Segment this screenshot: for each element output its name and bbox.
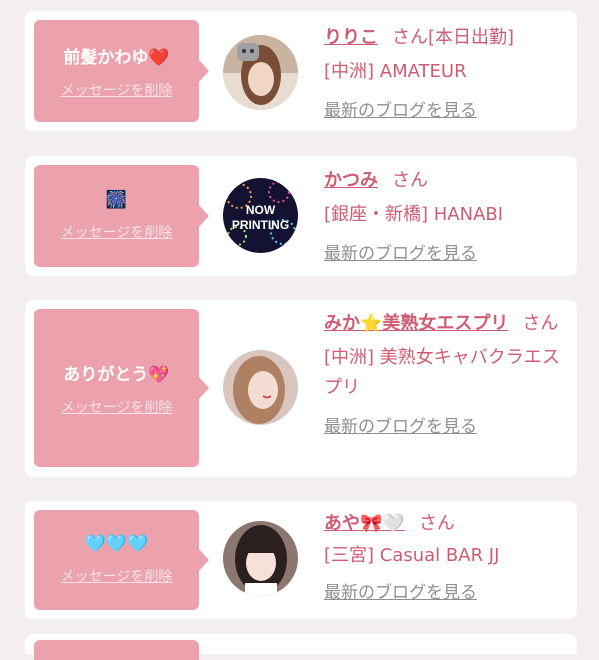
shop-name: [三宮] Casual BAR JJ xyxy=(324,545,500,566)
avatar-photo xyxy=(223,521,298,596)
message-list: 前髪かわゆ❤️ メッセージを削除 りりこ さん[本日出勤] [中洲] AMATEU… xyxy=(0,0,599,660)
shop-name: [銀座・新橋] HANABI xyxy=(324,204,504,225)
light-blue-heart-icons: 🩵🩵🩵 xyxy=(84,534,149,554)
entry-info: あや🎀🤍 さん [三宮] Casual BAR JJ 最新のブログを見る xyxy=(324,509,569,607)
message-text: 前髪かわゆ❤️ xyxy=(63,47,170,68)
avatar[interactable]: NOW PRINTING xyxy=(223,178,298,253)
message-bubble: 前髪かわゆ❤️ メッセージを削除 xyxy=(34,20,209,122)
cast-name-link[interactable]: りりこ xyxy=(324,27,378,48)
message-card: 🎆 メッセージを削除 NOW PRINTING かつみ さん [銀座・新橋] HA… xyxy=(25,156,577,276)
message-card: 前髪かわゆ❤️ メッセージを削除 りりこ さん[本日出勤] [中洲] AMATEU… xyxy=(25,11,577,131)
fireworks-icon: 🎆 xyxy=(105,190,128,210)
honorific: さん[本日出勤] xyxy=(392,27,515,48)
avatar[interactable] xyxy=(223,521,298,596)
avatar-text: NOW xyxy=(246,203,276,217)
message-text: ありがとう💖 xyxy=(63,364,170,385)
message-text: 🩵🩵🩵 xyxy=(85,534,149,554)
honorific: さん xyxy=(418,513,455,534)
view-blog-link[interactable]: 最新のブログを見る xyxy=(324,240,477,268)
cast-name-link[interactable]: あや🎀🤍 xyxy=(324,513,405,534)
now-printing-avatar: NOW PRINTING xyxy=(223,178,298,253)
delete-message-link[interactable]: メッセージを削除 xyxy=(61,80,173,100)
entry-info: かつみ さん [銀座・新橋] HANABI 最新のブログを見る xyxy=(324,166,569,268)
avatar-photo xyxy=(223,350,298,425)
message-text: 🎆 xyxy=(106,190,127,210)
message-bubble: 🎆 メッセージを削除 xyxy=(34,165,209,267)
message-bubble: 🩵🩵🩵 メッセージを削除 xyxy=(34,510,209,610)
message-card: 🩵🩵🩵 メッセージを削除 あや🎀🤍 さん [三宮] Casual BAR JJ 最… xyxy=(25,501,577,619)
star-icon: ⭐ xyxy=(360,313,383,334)
avatar-text: PRINTING xyxy=(232,218,289,232)
message-card: ありがとう💖 メッセージを削除 みか⭐美熟女エスプリ さん [中洲] 美熟女キャバ… xyxy=(25,300,577,477)
avatar-photo xyxy=(223,35,298,110)
message-card-partial xyxy=(25,634,577,660)
avatar[interactable] xyxy=(223,350,298,425)
entry-info: りりこ さん[本日出勤] [中洲] AMATEUR 最新のブログを見る xyxy=(324,23,569,125)
view-blog-link[interactable]: 最新のブログを見る xyxy=(324,579,477,607)
honorific: さん xyxy=(392,170,428,191)
heart-icon: ❤️ xyxy=(148,47,170,68)
message-bubble: ありがとう💖 メッセージを削除 xyxy=(34,309,209,467)
sparkling-heart-icon: 💖 xyxy=(148,364,170,385)
view-blog-link[interactable]: 最新のブログを見る xyxy=(324,97,477,125)
avatar[interactable] xyxy=(223,35,298,110)
delete-message-link[interactable]: メッセージを削除 xyxy=(61,397,173,417)
delete-message-link[interactable]: メッセージを削除 xyxy=(61,566,173,586)
entry-info: みか⭐美熟女エスプリ さん [中洲] 美熟女キャバクラエスプリ 最新のブログを見る xyxy=(324,309,569,441)
ribbon-white-heart-icon: 🎀🤍 xyxy=(360,513,405,534)
view-blog-link[interactable]: 最新のブログを見る xyxy=(324,413,477,441)
cast-name-link[interactable]: かつみ xyxy=(324,170,378,191)
delete-message-link[interactable]: メッセージを削除 xyxy=(61,222,173,242)
honorific: さん xyxy=(522,313,559,334)
cast-name-link[interactable]: みか⭐美熟女エスプリ xyxy=(324,313,508,334)
shop-name: [中洲] 美熟女キャバクラエスプリ xyxy=(324,347,560,398)
shop-name: [中洲] AMATEUR xyxy=(324,61,467,82)
message-bubble xyxy=(34,640,199,660)
